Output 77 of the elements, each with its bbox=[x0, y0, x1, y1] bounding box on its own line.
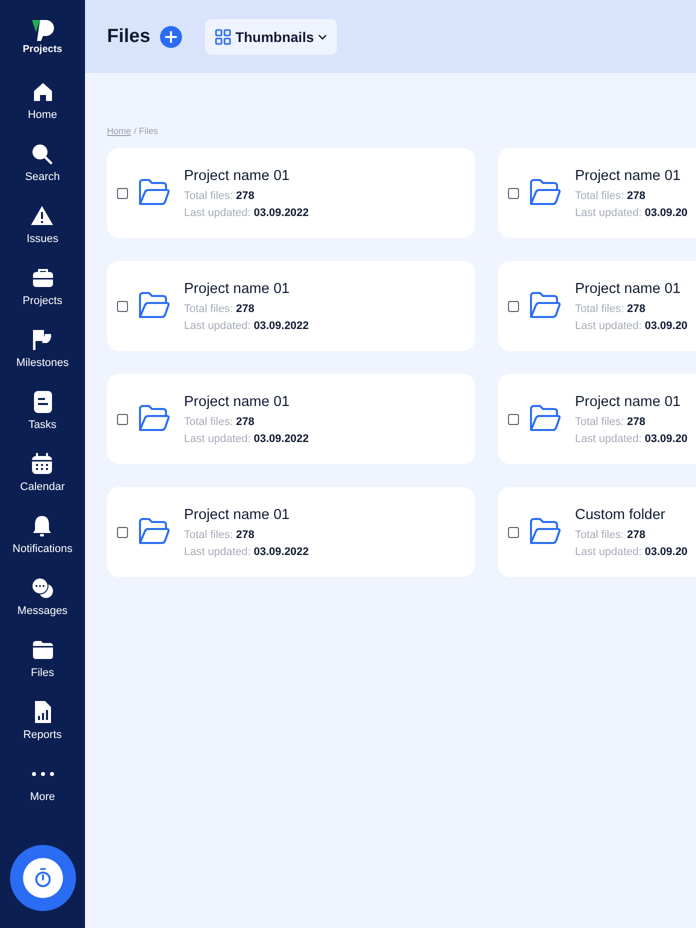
checkbox[interactable] bbox=[117, 526, 128, 538]
last-updated: Last updated: 03.09.2022 bbox=[184, 432, 309, 444]
checkbox[interactable] bbox=[508, 414, 519, 424]
nav-item[interactable]: Calendar bbox=[20, 451, 65, 513]
total-files: Total files: 278 bbox=[575, 190, 646, 202]
nav-item[interactable]: Tasks bbox=[28, 389, 57, 451]
folder-name: Project name 01 bbox=[184, 506, 291, 522]
total-files: Total files: 278 bbox=[184, 416, 256, 428]
nav-item[interactable]: Files bbox=[30, 637, 54, 699]
nav-item[interactable]: More bbox=[30, 761, 56, 823]
total-files: Total files: 278 bbox=[575, 528, 646, 540]
checkbox[interactable] bbox=[117, 188, 128, 198]
total-files: Total files: 278 bbox=[575, 416, 646, 428]
folder-card[interactable]: Project name 01 Total files: 278 Last updated: 03.09.20 bbox=[498, 261, 696, 351]
total-files: Total files: 278 bbox=[575, 302, 646, 314]
nav-item[interactable]: Reports bbox=[23, 699, 62, 761]
folder-card[interactable]: Project name 01 Total files: 278 Last updated: 03.09.2022 bbox=[107, 148, 475, 238]
folder-name: Project name 01 bbox=[575, 168, 682, 184]
chevron-down-icon bbox=[318, 34, 327, 40]
last-updated: Last updated: 03.09.20 bbox=[575, 320, 688, 332]
total-files: Total files: 278 bbox=[184, 302, 256, 314]
page-title: Files bbox=[107, 26, 150, 48]
folder-name: Project name 01 bbox=[575, 280, 682, 296]
folder-name: Project name 01 bbox=[184, 280, 291, 296]
nav-item[interactable]: Messages bbox=[17, 575, 68, 637]
folder-icon bbox=[136, 517, 170, 547]
folder-icon bbox=[527, 517, 561, 547]
breadcrumb-current: / Files bbox=[134, 126, 158, 136]
folder-icon bbox=[136, 404, 170, 434]
folder-card[interactable]: Project name 01 Total files: 278 Last updated: 03.09.2022 bbox=[107, 374, 475, 464]
checkbox[interactable] bbox=[508, 300, 519, 312]
folder-name: Project name 01 bbox=[184, 168, 291, 184]
checkbox[interactable] bbox=[508, 188, 519, 198]
total-files: Total files: 278 bbox=[184, 190, 256, 202]
nav-item[interactable]: Notifications bbox=[12, 513, 72, 575]
grid-icon bbox=[215, 28, 232, 44]
folder-card[interactable]: Project name 01 Total files: 278 Last updated: 03.09.20 bbox=[498, 148, 696, 238]
nav-item[interactable]: Search bbox=[25, 141, 60, 203]
search-icon bbox=[30, 142, 54, 166]
last-updated: Last updated: 03.09.20 bbox=[575, 432, 688, 444]
total-files: Total files: 278 bbox=[184, 528, 256, 540]
folder-icon bbox=[136, 178, 170, 208]
warning-icon bbox=[30, 204, 54, 228]
folder-icon bbox=[136, 291, 170, 321]
add-button[interactable] bbox=[160, 26, 182, 48]
logo-icon[interactable] bbox=[30, 18, 56, 42]
folder-card[interactable]: Project name 01 Total files: 278 Last updated: 03.09.20 bbox=[498, 374, 696, 464]
nav-item[interactable]: Issues bbox=[26, 203, 58, 265]
folder-card[interactable]: Project name 01 Total files: 278 Last updated: 03.09.2022 bbox=[107, 487, 475, 577]
folder-icon bbox=[30, 638, 54, 662]
logo-label: Projects bbox=[22, 44, 62, 55]
more-icon bbox=[30, 771, 54, 777]
last-updated: Last updated: 03.09.2022 bbox=[184, 546, 309, 558]
stopwatch-icon bbox=[34, 868, 52, 888]
folder-name: Custom folder bbox=[575, 506, 666, 522]
checkbox[interactable] bbox=[117, 300, 128, 312]
chat-bubbles-icon bbox=[30, 576, 54, 600]
folder-icon bbox=[527, 291, 561, 321]
view-dropdown[interactable]: Thumbnails bbox=[205, 18, 337, 54]
checkbox[interactable] bbox=[117, 414, 128, 424]
nav-item[interactable]: Milestones bbox=[16, 327, 69, 389]
nav-item[interactable]: Home bbox=[28, 79, 58, 141]
checkbox[interactable] bbox=[508, 526, 519, 538]
folder-icon bbox=[527, 178, 561, 208]
folder-card[interactable]: Project name 01 Total files: 278 Last updated: 03.09.2022 bbox=[107, 261, 475, 351]
last-updated: Last updated: 03.09.2022 bbox=[184, 206, 309, 218]
folder-icon bbox=[527, 404, 561, 434]
calendar-icon bbox=[30, 452, 54, 476]
last-updated: Last updated: 03.09.2022 bbox=[184, 320, 309, 332]
folder-name: Project name 01 bbox=[184, 394, 291, 410]
folder-name: Project name 01 bbox=[575, 394, 682, 410]
nav-item[interactable]: Projects bbox=[22, 265, 62, 327]
last-updated: Last updated: 03.09.20 bbox=[575, 546, 688, 558]
last-updated: Last updated: 03.09.20 bbox=[575, 206, 688, 218]
folder-card[interactable]: Custom folder Total files: 278 Last updated: 03.09.20 bbox=[498, 487, 696, 577]
plus-icon bbox=[165, 30, 178, 42]
briefcase-icon bbox=[30, 266, 54, 290]
